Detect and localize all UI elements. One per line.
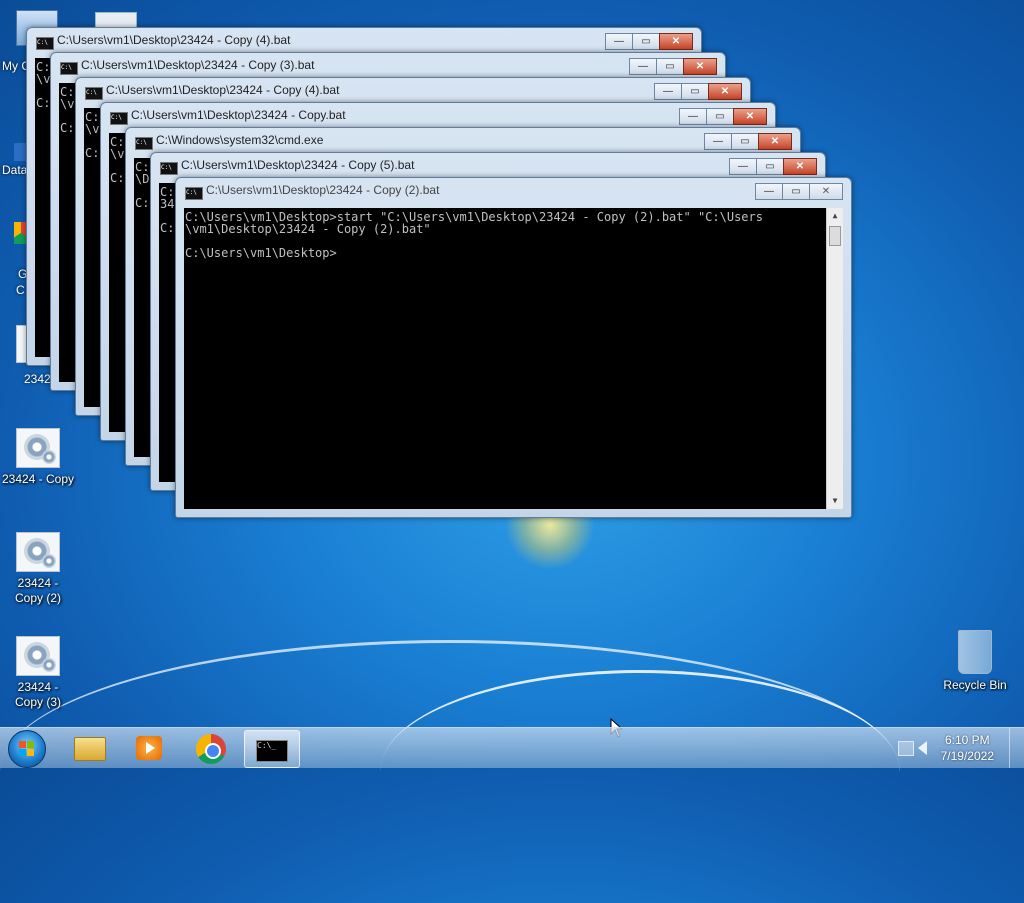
- minimize-button[interactable]: —: [629, 58, 657, 75]
- taskbar-chrome-button[interactable]: [184, 730, 238, 766]
- minimize-button[interactable]: —: [704, 133, 732, 150]
- title-bar[interactable]: C:\ C:\Windows\system32\cmd.exe — ▭ ✕: [126, 128, 800, 154]
- desktop-icon-23424-copy-3[interactable]: 23424 - Copy (3): [0, 636, 76, 710]
- title-bar[interactable]: C:\ C:\Users\vm1\Desktop\23424 - Copy (3…: [51, 53, 725, 79]
- minimize-button[interactable]: —: [729, 158, 757, 175]
- console-line: \vm1\Desktop\23424 - Copy (2).bat": [185, 222, 431, 236]
- network-status-icon[interactable]: [898, 741, 914, 756]
- c-label: C: [16, 283, 25, 297]
- minimize-button[interactable]: —: [605, 33, 633, 50]
- title-bar[interactable]: C:\ C:\Users\vm1\Desktop\23424 - Copy (2…: [176, 178, 851, 204]
- cmd-icon: C:\: [160, 162, 178, 175]
- close-button[interactable]: ✕: [733, 108, 767, 125]
- console-prompt: C:\Users\vm1\Desktop>: [185, 246, 337, 260]
- cmd-icon: C:\: [110, 112, 128, 125]
- cmd-icon: C:\: [60, 62, 78, 75]
- close-button[interactable]: ✕: [758, 133, 792, 150]
- vertical-scrollbar[interactable]: ▲ ▼: [826, 208, 843, 509]
- system-tray: 6:10 PM 7/19/2022: [884, 728, 1024, 768]
- desktop-icon-label: 23424 - Copy: [1, 472, 75, 486]
- taskbar-media-player-button[interactable]: [122, 730, 176, 766]
- batch-file-icon: [16, 428, 60, 468]
- folder-icon: [74, 737, 106, 761]
- desktop-icon-label: 23424 - Copy (2): [14, 576, 61, 605]
- maximize-button[interactable]: ▭: [731, 133, 759, 150]
- cmd-icon: C:\_: [256, 740, 288, 762]
- taskbar-explorer-button[interactable]: [62, 730, 116, 766]
- clock-time: 6:10 PM: [944, 733, 990, 747]
- console-window-copy-2-active[interactable]: C:\ C:\Users\vm1\Desktop\23424 - Copy (2…: [175, 177, 852, 518]
- window-title: C:\Users\vm1\Desktop\23424 - Copy (5).ba…: [181, 158, 415, 172]
- scroll-thumb[interactable]: [829, 226, 841, 246]
- desktop-icon-23424-copy-2[interactable]: 23424 - Copy (2): [0, 532, 76, 606]
- window-title: C:\Users\vm1\Desktop\23424 - Copy (2).ba…: [206, 183, 440, 197]
- cmd-icon: C:\: [85, 87, 103, 100]
- show-desktop-button[interactable]: [1009, 728, 1024, 768]
- close-button[interactable]: ✕: [783, 158, 817, 175]
- taskbar: C:\_ 6:10 PM 7/19/2022: [0, 727, 1024, 768]
- minimize-button[interactable]: —: [755, 183, 783, 200]
- batch-file-icon: [16, 532, 60, 572]
- maximize-button[interactable]: ▭: [632, 33, 660, 50]
- scroll-down-arrow-icon[interactable]: ▼: [827, 493, 843, 509]
- start-button[interactable]: [8, 730, 46, 768]
- window-title: C:\Users\vm1\Desktop\23424 - Copy.bat: [131, 108, 346, 122]
- batch-file-icon: [16, 636, 60, 676]
- scroll-up-arrow-icon[interactable]: ▲: [827, 208, 843, 224]
- data-label: Data: [2, 163, 28, 177]
- title-bar[interactable]: C:\ C:\Users\vm1\Desktop\23424 - Copy (4…: [27, 28, 701, 54]
- recycle-bin[interactable]: Recycle Bin: [936, 630, 1014, 693]
- cmd-icon: C:\: [135, 137, 153, 150]
- volume-icon[interactable]: [918, 741, 927, 755]
- maximize-button[interactable]: ▭: [706, 108, 734, 125]
- maximize-button[interactable]: ▭: [756, 158, 784, 175]
- window-title: C:\Users\vm1\Desktop\23424 - Copy (3).ba…: [81, 58, 315, 72]
- title-bar[interactable]: C:\ C:\Users\vm1\Desktop\23424 - Copy (4…: [76, 78, 750, 104]
- taskbar-cmd-button[interactable]: C:\_: [244, 730, 300, 768]
- windows-logo-icon: [19, 741, 35, 757]
- maximize-button[interactable]: ▭: [656, 58, 684, 75]
- recycle-bin-icon: [958, 630, 992, 674]
- maximize-button[interactable]: ▭: [782, 183, 810, 200]
- title-bar[interactable]: C:\ C:\Users\vm1\Desktop\23424 - Copy.ba…: [101, 103, 775, 129]
- cmd-icon: C:\: [36, 37, 54, 50]
- clock-date: 7/19/2022: [940, 749, 994, 763]
- desktop-icon-23424-copy[interactable]: 23424 - Copy: [0, 428, 76, 487]
- close-button[interactable]: ✕: [659, 33, 693, 50]
- minimize-button[interactable]: —: [654, 83, 682, 100]
- clock[interactable]: 6:10 PM 7/19/2022: [941, 732, 994, 764]
- close-button[interactable]: ✕: [708, 83, 742, 100]
- close-button[interactable]: ✕: [809, 183, 843, 200]
- wallpaper-swoosh: [380, 670, 900, 873]
- window-title: C:\Users\vm1\Desktop\23424 - Copy (4).ba…: [106, 83, 340, 97]
- maximize-button[interactable]: ▭: [681, 83, 709, 100]
- minimize-button[interactable]: —: [679, 108, 707, 125]
- desktop-icon-label: 23424 - Copy (3): [14, 680, 61, 709]
- close-button[interactable]: ✕: [683, 58, 717, 75]
- console-output[interactable]: C:\Users\vm1\Desktop>start "C:\Users\vm1…: [184, 208, 843, 509]
- cmd-icon: C:\: [185, 187, 203, 200]
- title-bar[interactable]: C:\ C:\Users\vm1\Desktop\23424 - Copy (5…: [151, 153, 825, 179]
- window-title: C:\Windows\system32\cmd.exe: [156, 133, 324, 147]
- window-title: C:\Users\vm1\Desktop\23424 - Copy (4).ba…: [57, 33, 291, 47]
- recycle-bin-label: Recycle Bin: [943, 678, 1007, 692]
